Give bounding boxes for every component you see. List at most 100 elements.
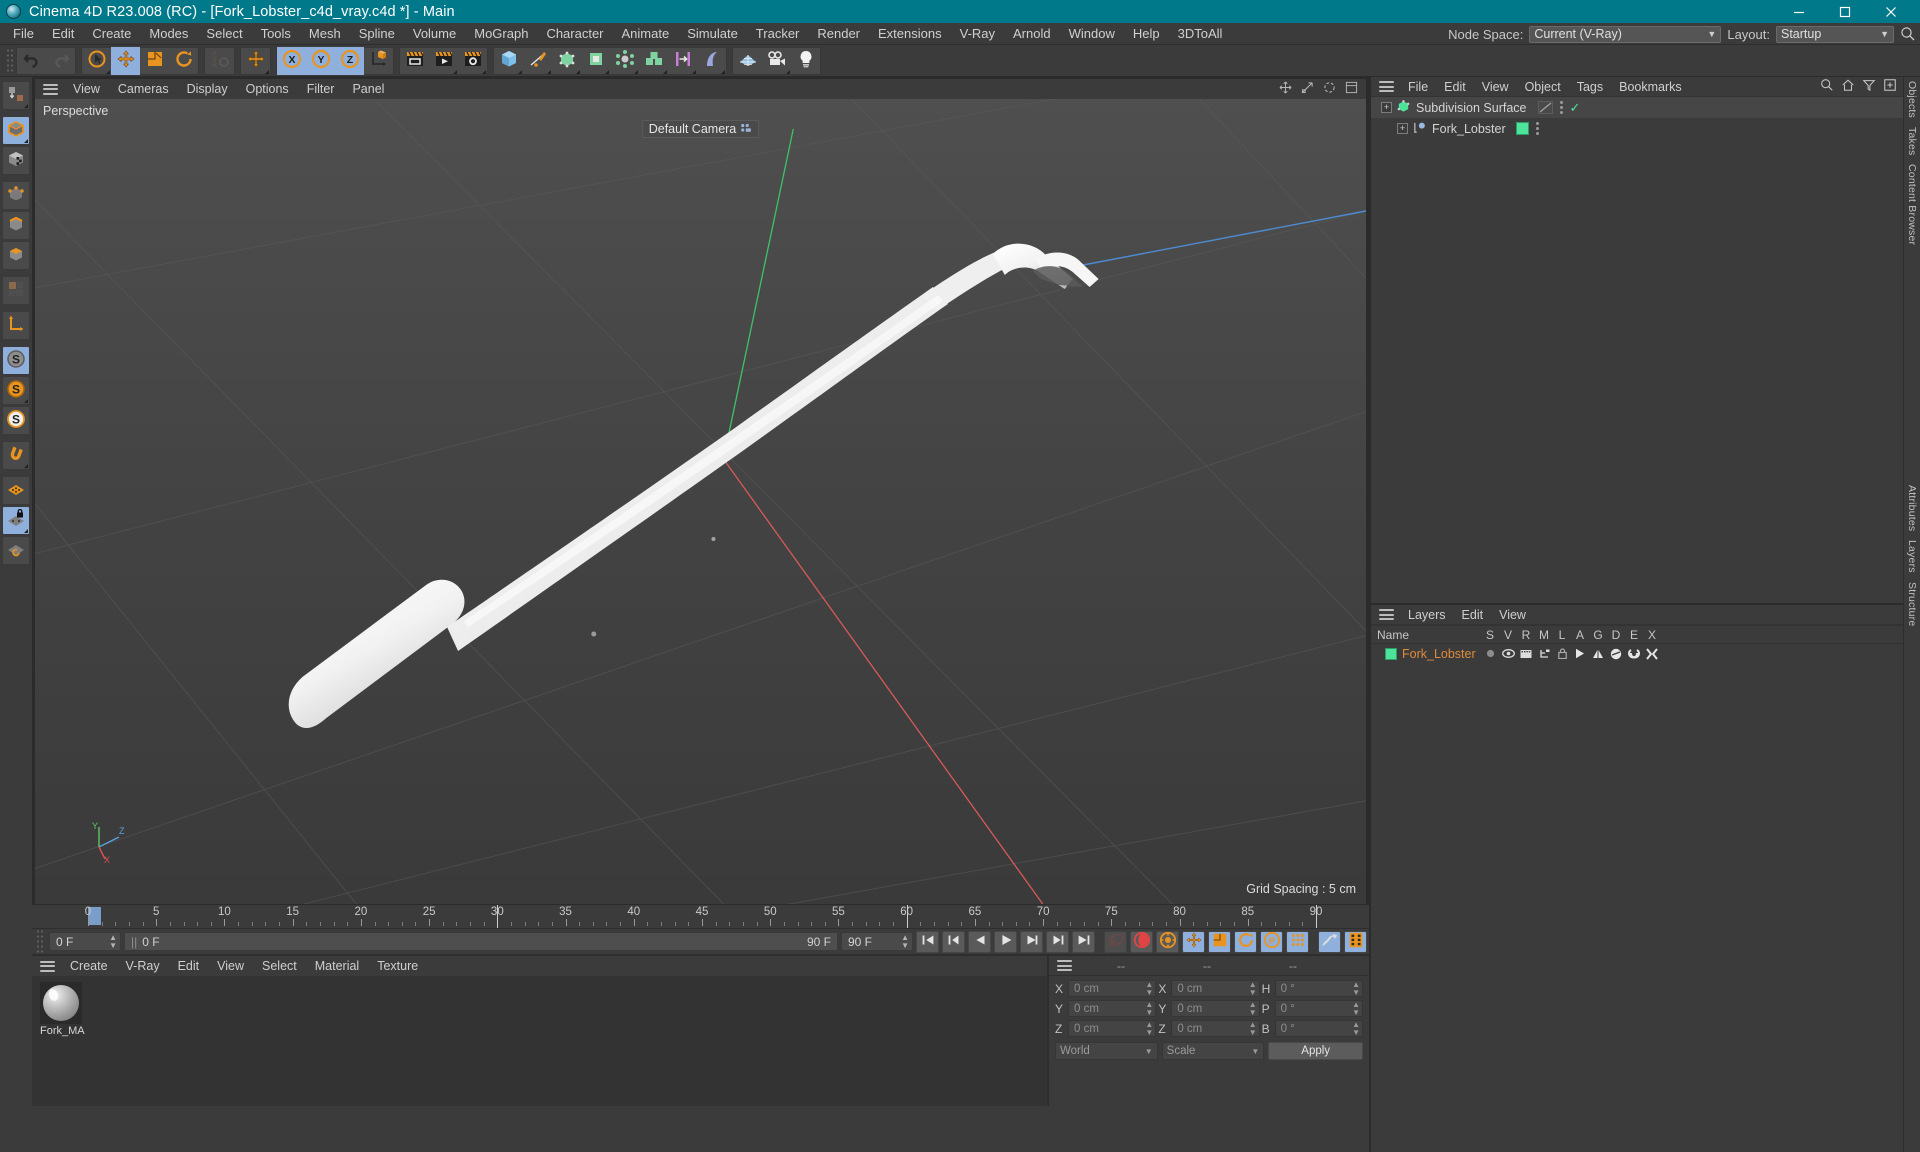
go-to-previous-key-button[interactable] (942, 930, 965, 953)
document-end-frame-field[interactable]: 90 F ▲ ▼ (841, 932, 913, 951)
menu-item-v-ray[interactable]: V-Ray (951, 23, 1004, 45)
current-frame-field[interactable]: 0 F ▲ ▼ (49, 932, 121, 951)
stepper-icon[interactable]: ▲ ▼ (1249, 1000, 1257, 1017)
tab-structure[interactable]: Structure (1906, 582, 1918, 626)
hamburger-icon[interactable] (40, 960, 55, 972)
layer-menu-view[interactable]: View (1491, 605, 1534, 625)
dynamics-button[interactable] (1318, 930, 1341, 953)
menu-item-volume[interactable]: Volume (404, 23, 465, 45)
world-object-coordinate-button[interactable] (364, 47, 393, 75)
phong-tag[interactable] (1538, 101, 1554, 114)
search-icon[interactable] (1900, 26, 1916, 42)
material-menu-create[interactable]: Create (61, 956, 117, 976)
psr-tool[interactable]: PSR (205, 47, 234, 75)
model-mode-button[interactable] (2, 116, 30, 145)
enable-axis-modification-button[interactable] (2, 276, 30, 305)
go-to-end-button[interactable] (1072, 930, 1095, 953)
add-bend-deformer-button[interactable] (581, 47, 610, 75)
stepper-icon[interactable]: ▲ ▼ (1352, 1020, 1360, 1037)
layer-menu-edit[interactable]: Edit (1454, 605, 1492, 625)
menu-item-window[interactable]: Window (1060, 23, 1124, 45)
expression-icon[interactable] (1625, 648, 1643, 660)
menu-item-tracker[interactable]: Tracker (747, 23, 809, 45)
expand-toggle-icon[interactable]: + (1381, 102, 1392, 113)
points-mode-button[interactable] (2, 181, 30, 210)
material-menu-view[interactable]: View (208, 956, 253, 976)
layout-select[interactable]: Startup ▼ (1776, 25, 1894, 43)
hamburger-icon[interactable] (43, 83, 58, 95)
tab-objects[interactable]: Objects (1906, 81, 1918, 118)
scale-view-icon[interactable] (1301, 81, 1314, 97)
edges-mode-button[interactable] (2, 211, 30, 240)
enabled-check-icon[interactable]: ✓ (1569, 100, 1580, 116)
add-mograph-button[interactable] (639, 47, 668, 75)
world-axis-button[interactable] (2, 311, 30, 340)
menu-item-extensions[interactable]: Extensions (869, 23, 951, 45)
generator-icon[interactable] (1589, 648, 1607, 660)
render-film-icon[interactable] (1517, 649, 1535, 659)
animation-play-icon[interactable] (1571, 648, 1589, 659)
tag-dots-icon[interactable] (1535, 122, 1539, 135)
stepper-icon[interactable]: ▲ ▼ (1145, 1000, 1153, 1017)
step-back-button[interactable] (968, 930, 991, 953)
redo-button[interactable] (46, 47, 75, 75)
search-icon[interactable] (1820, 78, 1834, 95)
material-item[interactable]: Fork_MA (40, 982, 85, 1037)
close-button[interactable] (1868, 0, 1914, 23)
add-panel-icon[interactable] (1883, 78, 1897, 95)
material-menu-edit[interactable]: Edit (169, 956, 209, 976)
object-tree-row[interactable]: + Fork_Lobster (1371, 118, 1903, 139)
point-level-animation-button[interactable] (1286, 930, 1309, 953)
render-view-button[interactable] (400, 47, 429, 75)
object-tree-row[interactable]: + Subdivision Surface ✓ (1371, 97, 1903, 118)
rotation-key-button[interactable] (1234, 930, 1257, 953)
move-duplicate-tool[interactable] (241, 47, 270, 75)
viewport-solo-off-button[interactable]: S (2, 346, 30, 375)
object-menu-file[interactable]: File (1400, 77, 1436, 97)
menu-item-help[interactable]: Help (1124, 23, 1169, 45)
expand-toggle-icon[interactable]: + (1397, 123, 1408, 134)
add-camera-button[interactable] (762, 47, 791, 75)
object-tree[interactable]: + Subdivision Surface ✓ + Fork_Lobster (1371, 97, 1903, 603)
add-generator-button[interactable] (552, 47, 581, 75)
stepper-icon[interactable]: ▲ ▼ (1352, 1000, 1360, 1017)
stepper-icon[interactable]: ▲ ▼ (101, 933, 117, 950)
menu-item-file[interactable]: File (4, 23, 43, 45)
layer-menu-layers[interactable]: Layers (1400, 605, 1454, 625)
material-menu-texture[interactable]: Texture (368, 956, 427, 976)
lock-x-axis-button[interactable]: X (277, 46, 306, 75)
rotation-b-field[interactable]: 0 ° ▲ ▼ (1274, 1020, 1363, 1037)
menu-item-modes[interactable]: Modes (140, 23, 197, 45)
menu-item-3dtoall[interactable]: 3DToAll (1169, 23, 1232, 45)
enable-snapping-button[interactable] (2, 441, 30, 470)
stepper-icon[interactable]: ▲ ▼ (1352, 980, 1360, 997)
parameter-key-button[interactable]: P (1260, 930, 1283, 953)
menu-item-arnold[interactable]: Arnold (1004, 23, 1060, 45)
lock-icon[interactable] (1553, 648, 1571, 659)
position-x-field[interactable]: 0 cm ▲ ▼ (1068, 980, 1157, 997)
toolbar-grip[interactable] (6, 47, 14, 74)
step-forward-button[interactable] (1020, 930, 1043, 953)
record-active-objects-button[interactable] (1130, 930, 1153, 953)
object-menu-edit[interactable]: Edit (1436, 77, 1474, 97)
maximize-button[interactable] (1822, 0, 1868, 23)
go-to-next-key-button[interactable] (1046, 930, 1069, 953)
menu-item-mograph[interactable]: MoGraph (465, 23, 537, 45)
xref-icon[interactable] (1643, 647, 1661, 660)
add-field-button[interactable] (668, 47, 697, 75)
hamburger-icon[interactable] (1057, 960, 1072, 971)
rotate-tool[interactable] (169, 47, 198, 75)
viewport-solo-single-button[interactable]: S (2, 376, 30, 405)
manager-tree-icon[interactable] (1535, 649, 1553, 659)
timeline-grip[interactable] (36, 928, 44, 955)
lock-y-axis-button[interactable]: Y (306, 46, 335, 75)
tab-takes[interactable]: Takes (1906, 127, 1918, 155)
size-x-field[interactable]: 0 cm ▲ ▼ (1171, 980, 1260, 997)
material-menu-select[interactable]: Select (253, 956, 306, 976)
stepper-icon[interactable]: ▲ ▼ (1249, 980, 1257, 997)
timeline-ruler[interactable]: 051015202530354045505560657075808590 (32, 904, 1369, 928)
render-settings-button[interactable] (458, 47, 487, 75)
keyframe-selection-button[interactable] (1156, 930, 1179, 953)
object-menu-object[interactable]: Object (1517, 77, 1569, 97)
live-selection-tool[interactable] (82, 47, 111, 75)
